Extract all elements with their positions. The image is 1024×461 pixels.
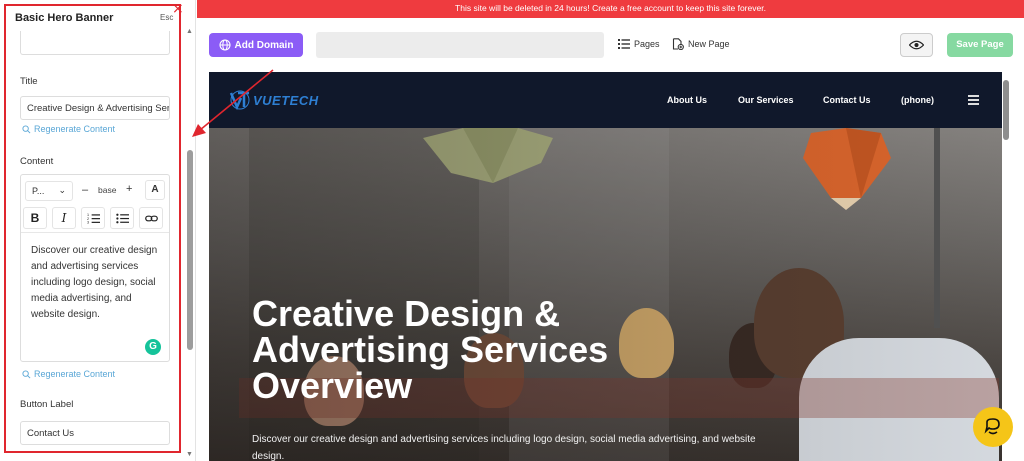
builder-toolbar: Add Domain Pages New Page Save Page [197, 18, 1024, 70]
panel-scrollbar-thumb[interactable] [187, 150, 193, 350]
scroll-up-arrow-icon[interactable]: ▲ [186, 28, 193, 35]
close-icon[interactable]: × [172, 2, 184, 16]
annotation-arrow-icon [192, 69, 274, 137]
add-domain-label: Add Domain [234, 39, 294, 51]
url-bar[interactable] [316, 32, 604, 58]
new-page-label: New Page [688, 39, 730, 49]
hero-subtitle: Discover our creative design and adverti… [252, 434, 756, 461]
paragraph-style-select[interactable]: P... ⌄ [25, 181, 73, 201]
title-input[interactable]: Creative Design & Advertising Services O… [20, 96, 170, 120]
new-page-button[interactable]: New Page [672, 38, 730, 50]
link-button[interactable] [139, 207, 163, 229]
link-icon [144, 215, 158, 221]
button-label-input[interactable]: Contact Us [20, 421, 170, 445]
nav-contact-us[interactable]: Contact Us [823, 95, 871, 105]
regenerate-icon [22, 369, 31, 378]
nav-about-us[interactable]: About Us [667, 95, 707, 105]
font-size-increase-button[interactable]: + [126, 183, 132, 195]
font-size-decrease-button[interactable]: – [82, 184, 88, 196]
chat-button[interactable] [973, 407, 1013, 447]
regenerate-icon [22, 124, 31, 133]
regenerate-content-button[interactable]: Regenerate Content [22, 369, 115, 379]
bold-button[interactable]: B [23, 207, 47, 229]
ordered-list-icon: 123 [87, 213, 100, 224]
deletion-warning-banner: This site will be deleted in 24 hours! C… [197, 0, 1024, 18]
font-format-icon: A [151, 184, 159, 195]
paragraph-style-value: P... [32, 186, 45, 196]
regenerate-title-button[interactable]: Regenerate Content [22, 124, 115, 134]
editor-toolbar-row2: B I 123 [23, 207, 163, 229]
globe-icon [218, 39, 231, 51]
grammarly-icon[interactable]: G [145, 339, 161, 355]
italic-button[interactable]: I [52, 207, 76, 229]
font-size-value: base [98, 185, 117, 195]
chevron-down-icon: ⌄ [58, 185, 66, 195]
save-page-button[interactable]: Save Page [947, 33, 1013, 57]
editor-panel-frame: Basic Hero Banner Esc Title Creative Des… [4, 4, 181, 453]
svg-text:3: 3 [87, 220, 89, 224]
content-editor: P... ⌄ – base + A B I 123 Discover our c… [20, 174, 170, 362]
scroll-down-arrow-icon[interactable]: ▼ [186, 451, 193, 458]
regenerate-title-label: Regenerate Content [34, 124, 116, 134]
bullet-list-button[interactable] [110, 207, 134, 229]
editor-divider [21, 232, 169, 233]
pages-label: Pages [634, 39, 660, 49]
editor-toolbar-row1: P... ⌄ – base + A [25, 180, 167, 201]
ordered-list-button[interactable]: 123 [81, 207, 105, 229]
title-label: Title [20, 76, 38, 87]
button-label-label: Button Label [20, 399, 74, 410]
add-domain-button[interactable]: Add Domain [209, 33, 303, 57]
font-format-button[interactable]: A [145, 180, 165, 200]
nav-our-services[interactable]: Our Services [738, 95, 794, 105]
site-preview: VUETECH About Us Our Services Contact Us… [209, 72, 1002, 461]
bullet-list-icon [115, 213, 129, 223]
preview-scrollbar-thumb[interactable] [1003, 80, 1009, 140]
nav-phone[interactable]: (phone) [901, 95, 934, 105]
chat-icon [984, 418, 1000, 435]
pages-button[interactable]: Pages [618, 38, 660, 50]
list-icon [618, 39, 630, 49]
new-page-icon [672, 38, 684, 50]
previous-field-input[interactable] [20, 31, 170, 55]
hero-title: Creative Design & Advertising Services O… [252, 293, 609, 406]
hamburger-icon[interactable] [968, 95, 979, 105]
content-label: Content [20, 156, 54, 167]
content-textarea[interactable]: Discover our creative design and adverti… [31, 243, 163, 323]
editor-panel: Basic Hero Banner Esc Title Creative Des… [0, 0, 196, 461]
eye-icon [909, 40, 924, 50]
preview-button[interactable] [900, 33, 933, 57]
panel-title: Basic Hero Banner [15, 12, 114, 24]
regenerate-content-label: Regenerate Content [34, 369, 116, 379]
site-navbar: VUETECH About Us Our Services Contact Us… [209, 72, 1002, 128]
